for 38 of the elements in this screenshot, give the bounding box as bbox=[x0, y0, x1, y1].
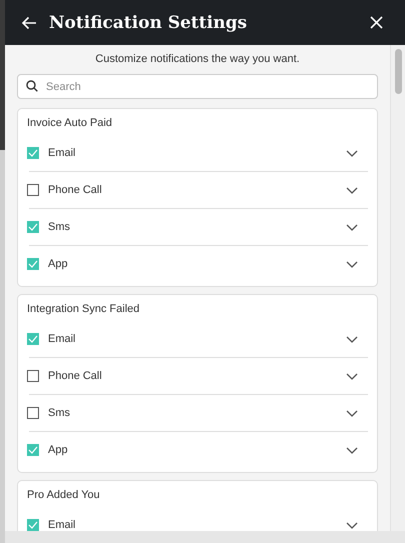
checkbox[interactable] bbox=[27, 221, 39, 233]
checkbox[interactable] bbox=[27, 184, 39, 196]
chevron-down-icon[interactable] bbox=[346, 224, 358, 230]
channel-label: Phone Call bbox=[48, 184, 103, 196]
modal-title: Notification Settings bbox=[49, 12, 248, 32]
card-title: Pro Added You bbox=[27, 489, 101, 501]
close-icon bbox=[370, 16, 383, 29]
checkbox[interactable] bbox=[27, 407, 39, 419]
checkbox[interactable] bbox=[27, 258, 39, 270]
chevron-down-icon[interactable] bbox=[346, 372, 358, 380]
channel-label: Email bbox=[48, 519, 77, 531]
channel-label: Phone Call bbox=[48, 370, 103, 382]
chevron-down-icon[interactable] bbox=[346, 186, 358, 194]
channel-label: Email bbox=[48, 147, 77, 159]
chevron-down-icon[interactable] bbox=[346, 522, 358, 528]
card-title: Invoice Auto Paid bbox=[27, 117, 114, 129]
search-icon bbox=[26, 80, 38, 92]
chevron-down-icon[interactable] bbox=[346, 410, 358, 416]
back-arrow-icon bbox=[21, 16, 37, 30]
checkbox[interactable] bbox=[27, 370, 39, 382]
chevron-down-icon[interactable] bbox=[346, 446, 358, 454]
close-button[interactable] bbox=[368, 14, 385, 31]
subtitle: Customize notifications the way you want. bbox=[94, 53, 301, 65]
channel-label: Sms bbox=[48, 221, 71, 233]
checkbox[interactable] bbox=[27, 444, 39, 456]
search-field[interactable]: Search bbox=[17, 74, 378, 99]
channel-label: App bbox=[48, 258, 69, 270]
checkbox[interactable] bbox=[27, 147, 39, 159]
checkbox[interactable] bbox=[27, 519, 39, 531]
card-title: Integration Sync Failed bbox=[27, 303, 141, 315]
chevron-down-icon[interactable] bbox=[346, 260, 358, 268]
channel-label: Email bbox=[48, 333, 77, 345]
channel-label: App bbox=[48, 444, 69, 456]
scrollbar-thumb[interactable] bbox=[394, 49, 402, 94]
chevron-down-icon[interactable] bbox=[346, 336, 358, 342]
chevron-down-icon[interactable] bbox=[346, 150, 358, 156]
channel-label: Sms bbox=[48, 407, 71, 419]
checkbox[interactable] bbox=[27, 333, 39, 345]
